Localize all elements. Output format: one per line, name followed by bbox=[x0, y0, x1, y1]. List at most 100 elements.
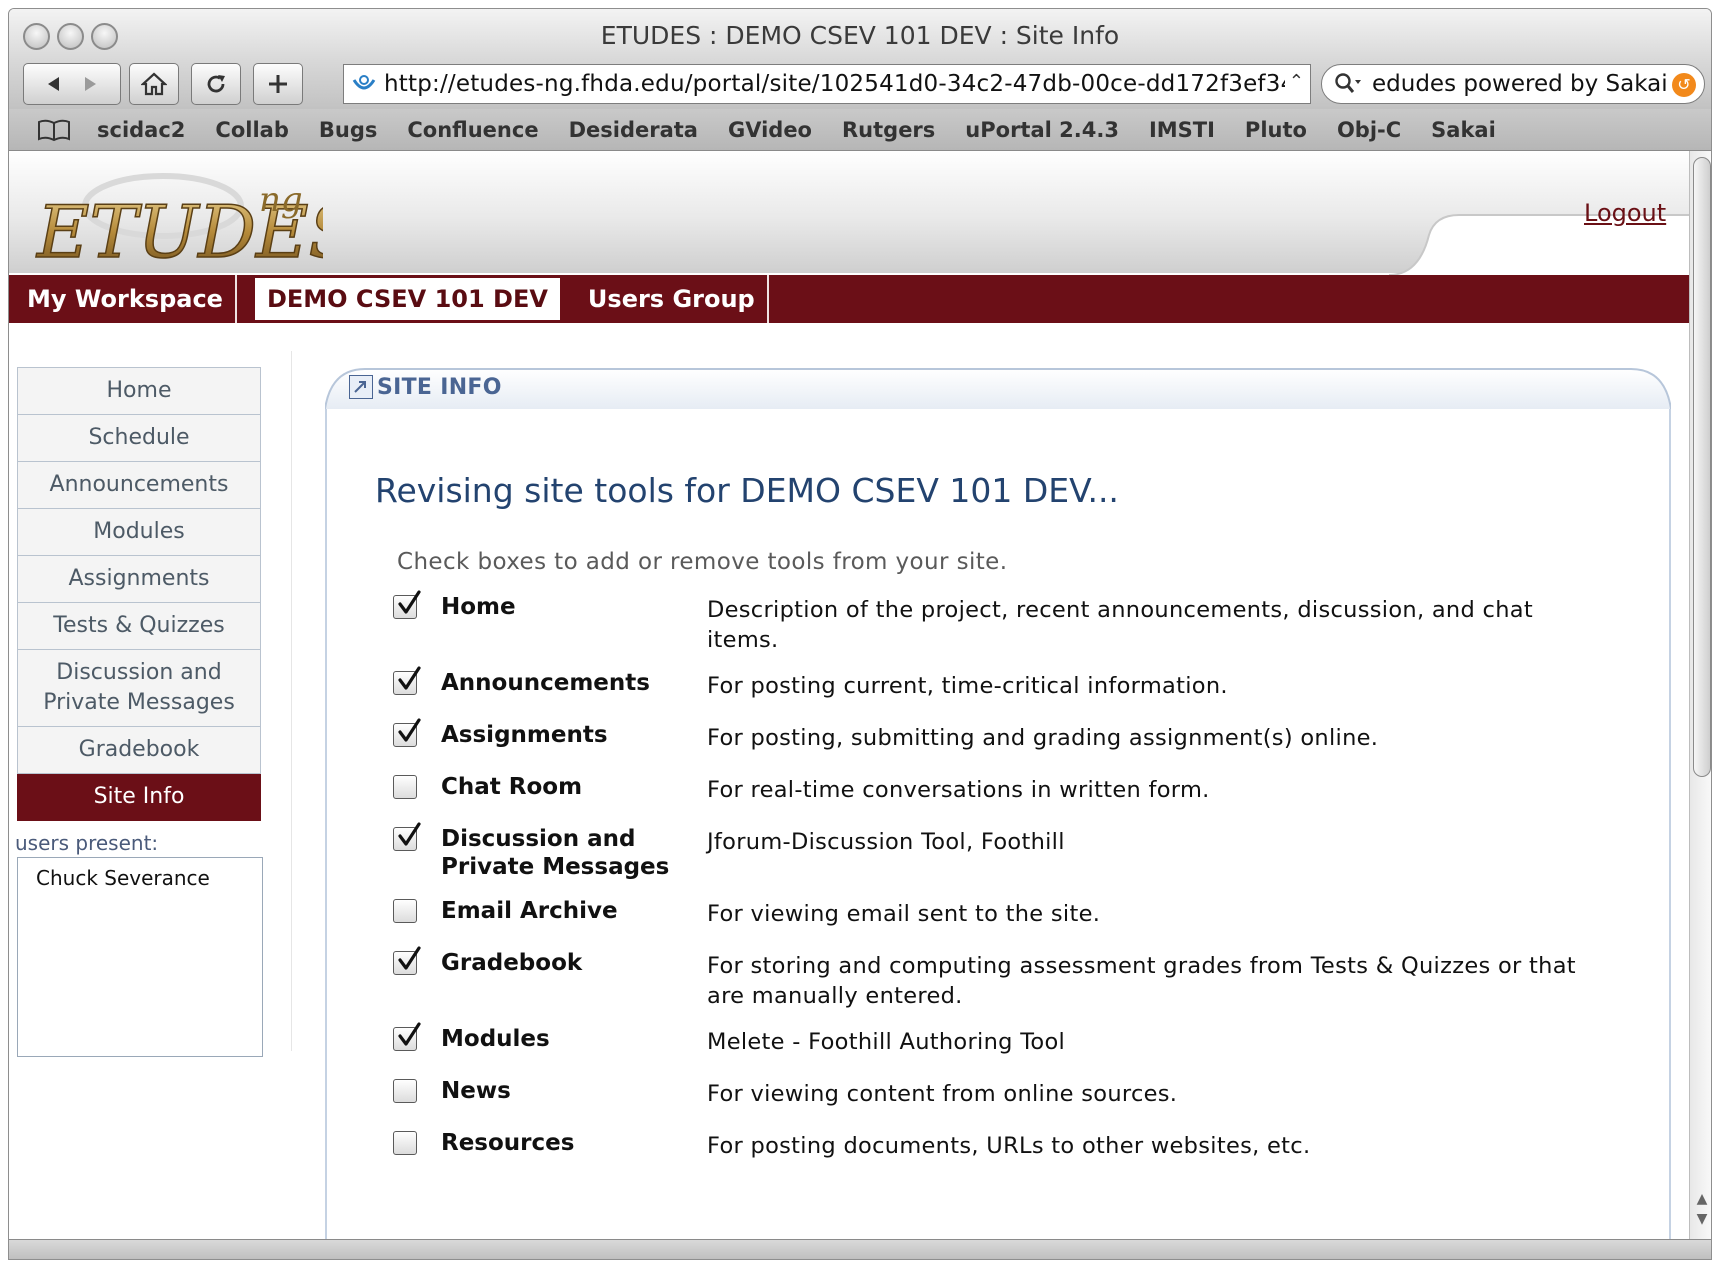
scroll-up-arrow-icon[interactable]: ▲ bbox=[1694, 1191, 1710, 1207]
tool-menu-modules[interactable]: Modules bbox=[17, 509, 261, 556]
vertical-scrollbar[interactable]: ▲ ▼ bbox=[1689, 151, 1711, 1239]
tool-menu-site-info[interactable]: Site Info bbox=[17, 774, 261, 821]
plus-icon bbox=[267, 73, 289, 95]
tool-menu-schedule[interactable]: Schedule bbox=[17, 415, 261, 462]
users-present-list: Chuck Severance bbox=[17, 857, 263, 1057]
site-info-portlet: Revising site tools for DEMO CSEV 101 DE… bbox=[325, 367, 1671, 1239]
tool-checkbox-gradebook[interactable] bbox=[393, 946, 421, 975]
tool-description: Jforum-Discussion Tool, Foothill bbox=[707, 829, 1065, 855]
title-bar: ETUDES : DEMO CSEV 101 DEV : Site Info bbox=[9, 9, 1711, 61]
tool-checkbox-email-archive[interactable] bbox=[393, 899, 417, 923]
tool-checkbox-news[interactable] bbox=[393, 1079, 417, 1103]
window-title: ETUDES : DEMO CSEV 101 DEV : Site Info bbox=[600, 21, 1120, 50]
bookmark-pluto[interactable]: Pluto bbox=[1245, 118, 1307, 142]
bookmark-objc[interactable]: Obj-C bbox=[1337, 118, 1401, 142]
tool-name: Assignments bbox=[441, 722, 608, 748]
tool-menu: Home Schedule Announcements Modules Assi… bbox=[17, 367, 261, 821]
bookmark-rutgers[interactable]: Rutgers bbox=[842, 118, 935, 142]
tool-menu-tests-quizzes[interactable]: Tests & Quizzes bbox=[17, 603, 261, 650]
instruction-text: Check boxes to add or remove tools from … bbox=[397, 549, 1008, 575]
tool-name: Modules bbox=[441, 1026, 550, 1052]
url-text: http://etudes-ng.fhda.edu/portal/site/10… bbox=[384, 71, 1296, 97]
site-favicon-icon bbox=[350, 70, 378, 98]
tool-name: Discussion and Private Messages bbox=[441, 826, 670, 880]
tool-description: For posting, submitting and grading assi… bbox=[707, 725, 1379, 751]
bookmark-imsti[interactable]: IMSTI bbox=[1149, 118, 1215, 142]
search-field[interactable]: edudes powered by Sakai ↺ bbox=[1321, 64, 1705, 104]
tool-checkbox-announcements[interactable] bbox=[393, 666, 421, 695]
tool-description: For viewing content from online sources. bbox=[707, 1081, 1178, 1107]
tool-name: Gradebook bbox=[441, 950, 583, 976]
tool-name: Resources bbox=[441, 1130, 575, 1156]
present-user: Chuck Severance bbox=[36, 866, 210, 890]
status-bar bbox=[9, 1239, 1711, 1259]
logout-link[interactable]: Logout bbox=[1584, 199, 1666, 227]
tool-name: Email Archive bbox=[441, 898, 618, 924]
snapback-icon[interactable]: ↺ bbox=[1672, 73, 1696, 97]
tool-checkbox-modules[interactable] bbox=[393, 1022, 421, 1051]
address-bar[interactable]: http://etudes-ng.fhda.edu/portal/site/10… bbox=[343, 64, 1311, 104]
tool-menu-assignments[interactable]: Assignments bbox=[17, 556, 261, 603]
tool-menu-announcements[interactable]: Announcements bbox=[17, 462, 261, 509]
home-icon bbox=[141, 72, 167, 96]
checkmark-icon bbox=[398, 822, 421, 846]
page-heading: Revising site tools for DEMO CSEV 101 DE… bbox=[375, 471, 1119, 510]
tool-name: Announcements bbox=[441, 670, 650, 696]
tool-name: News bbox=[441, 1078, 511, 1104]
portlet-title: SITE INFO bbox=[377, 375, 502, 400]
site-tabs: My Workspace DEMO CSEV 101 DEV Users Gro… bbox=[9, 275, 1689, 323]
tab-users-group[interactable]: Users Group bbox=[570, 275, 769, 323]
add-bookmark-button[interactable] bbox=[253, 63, 303, 105]
bookmarks-book-icon[interactable] bbox=[37, 118, 71, 142]
tool-description: Melete - Foothill Authoring Tool bbox=[707, 1029, 1066, 1055]
tool-checkbox-chat-room[interactable] bbox=[393, 775, 417, 799]
bookmark-scidac2[interactable]: scidac2 bbox=[97, 118, 185, 142]
checkmark-icon bbox=[398, 718, 421, 742]
logo-suffix: ng bbox=[259, 180, 303, 220]
search-value: edudes powered by Sakai bbox=[1372, 71, 1668, 97]
portlet-title-bar bbox=[325, 368, 1671, 410]
tool-description: Description of the project, recent annou… bbox=[707, 597, 1533, 653]
portlet-body: Revising site tools for DEMO CSEV 101 DE… bbox=[325, 405, 1671, 1239]
column-divider bbox=[291, 351, 292, 1051]
scrollbar-thumb[interactable] bbox=[1693, 157, 1711, 777]
tool-checkbox-home[interactable] bbox=[393, 590, 421, 619]
etudes-logo: ETUDES ng bbox=[34, 173, 323, 271]
back-arrow-icon[interactable] bbox=[45, 75, 63, 93]
bookmark-uportal[interactable]: uPortal 2.4.3 bbox=[965, 118, 1119, 142]
tool-description: For real-time conversations in written f… bbox=[707, 777, 1210, 803]
forward-arrow-icon[interactable] bbox=[81, 75, 99, 93]
portlet-help-icon[interactable] bbox=[349, 375, 373, 399]
bookmark-desiderata[interactable]: Desiderata bbox=[569, 118, 698, 142]
bookmark-gvideo[interactable]: GVideo bbox=[728, 118, 812, 142]
tool-description: For posting documents, URLs to other web… bbox=[707, 1133, 1311, 1159]
tool-menu-gradebook[interactable]: Gradebook bbox=[17, 727, 261, 774]
tool-menu-discussion[interactable]: Discussion and Private Messages bbox=[17, 650, 261, 727]
tab-demo-csev-101-dev[interactable]: DEMO CSEV 101 DEV bbox=[254, 278, 560, 320]
checkmark-icon bbox=[398, 666, 421, 690]
tool-checkbox-resources[interactable] bbox=[393, 1131, 417, 1155]
reload-icon bbox=[204, 72, 228, 96]
page-content: ETUDES ng Logout My Workspace DEMO CSEV … bbox=[9, 151, 1689, 1239]
bookmarks-bar: scidac2 Collab Bugs Confluence Desiderat… bbox=[9, 109, 1711, 151]
search-icon[interactable] bbox=[1334, 72, 1362, 96]
bookmark-confluence[interactable]: Confluence bbox=[407, 118, 538, 142]
tab-my-workspace[interactable]: My Workspace bbox=[9, 275, 237, 323]
tool-description: For posting current, time-critical infor… bbox=[707, 673, 1228, 699]
url-dropdown-icon[interactable]: ⌃ bbox=[1284, 71, 1304, 92]
bookmark-bugs[interactable]: Bugs bbox=[319, 118, 378, 142]
home-button[interactable] bbox=[129, 63, 179, 105]
tool-checkbox-assignments[interactable] bbox=[393, 718, 421, 747]
tool-menu-home[interactable]: Home bbox=[17, 367, 261, 415]
portal-header: ETUDES ng Logout bbox=[9, 151, 1689, 295]
bookmark-collab[interactable]: Collab bbox=[215, 118, 288, 142]
checkmark-icon bbox=[398, 1022, 421, 1046]
bookmark-sakai[interactable]: Sakai bbox=[1431, 118, 1496, 142]
checkmark-icon bbox=[398, 590, 421, 614]
reload-button[interactable] bbox=[191, 63, 241, 105]
tool-checkbox-discussion[interactable] bbox=[393, 822, 421, 851]
scroll-down-arrow-icon[interactable]: ▼ bbox=[1694, 1211, 1710, 1227]
users-present-label: users present: bbox=[15, 831, 159, 855]
browser-toolbar: http://etudes-ng.fhda.edu/portal/site/10… bbox=[9, 61, 1711, 109]
tool-name: Home bbox=[441, 594, 516, 620]
